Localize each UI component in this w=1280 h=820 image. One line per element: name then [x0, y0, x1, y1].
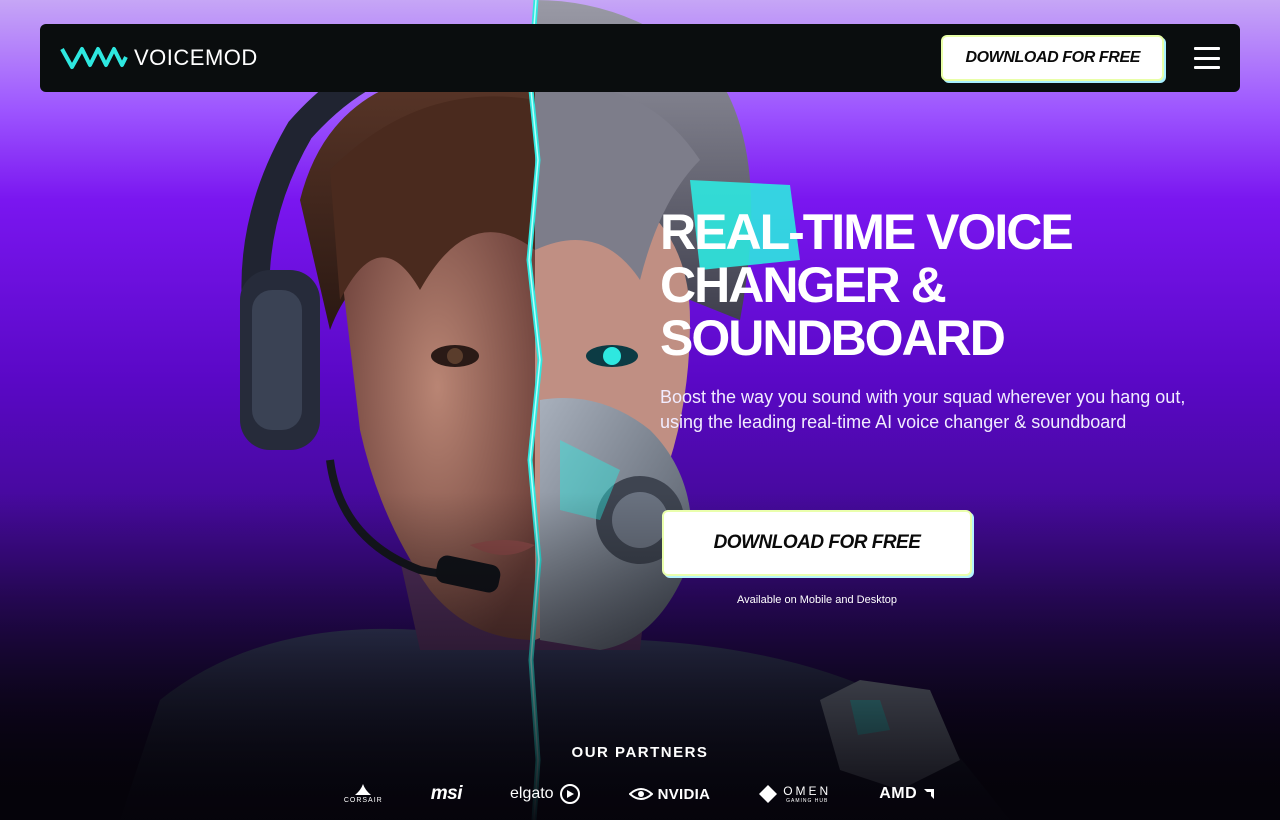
- partner-label: msi: [430, 783, 463, 804]
- hero-cta: DOWNLOAD FOR FREE Available on Mobile an…: [664, 512, 970, 606]
- partner-corsair[interactable]: CORSAIR: [344, 784, 383, 804]
- partner-elgato[interactable]: elgato: [510, 783, 581, 805]
- partner-omen[interactable]: OMEN GAMING HUB: [758, 784, 831, 804]
- nav-actions: DOWNLOAD FOR FREE: [943, 37, 1220, 79]
- hamburger-menu-icon[interactable]: [1194, 47, 1220, 69]
- partner-msi[interactable]: msi: [430, 783, 463, 805]
- partner-logos: CORSAIR msi elgato NVIDIA OMEN GAMING HU…: [0, 781, 1280, 807]
- partner-label: elgato: [509, 785, 554, 802]
- hero-download-button[interactable]: DOWNLOAD FOR FREE: [664, 512, 970, 574]
- hero-title: REAL-TIME VOICE CHANGER & SOUNDBOARD: [660, 204, 1074, 366]
- corsair-sails-icon: [355, 784, 372, 795]
- partner-label: OMEN: [783, 784, 832, 798]
- partner-label: NVIDIA: [657, 785, 711, 803]
- voicemod-logo-icon: [60, 47, 128, 69]
- amd-arrow-icon: [924, 789, 935, 799]
- partner-nvidia[interactable]: NVIDIA: [628, 785, 711, 803]
- menu-bar: [1194, 47, 1220, 50]
- hero-copy: REAL-TIME VOICE CHANGER & SOUNDBOARD Boo…: [660, 206, 1200, 435]
- omen-wordmark: OMEN GAMING HUB: [783, 784, 831, 804]
- nav-download-button[interactable]: DOWNLOAD FOR FREE: [943, 37, 1162, 79]
- omen-diamond-icon: [759, 785, 778, 803]
- partners-section: OUR PARTNERS CORSAIR msi elgato NVIDIA O…: [0, 744, 1280, 807]
- hero-subtitle: Boost the way you sound with your squad …: [660, 387, 1186, 432]
- logo-text: VOICEMOD: [134, 45, 258, 70]
- availability-note: Available on Mobile and Desktop: [736, 594, 897, 606]
- partner-label: AMD: [879, 785, 918, 802]
- partners-title: OUR PARTNERS: [571, 744, 709, 761]
- voicemod-logo[interactable]: VOICEMOD: [60, 45, 258, 71]
- nvidia-eye-icon: [628, 788, 653, 800]
- menu-bar: [1194, 66, 1220, 69]
- elgato-logo-icon: [559, 784, 580, 804]
- menu-bar: [1194, 56, 1220, 60]
- partner-label: CORSAIR: [343, 797, 383, 804]
- top-nav: VOICEMOD DOWNLOAD FOR FREE: [40, 24, 1240, 92]
- partner-amd[interactable]: AMD: [879, 785, 936, 803]
- omen-sub-label: GAMING HUB: [786, 798, 829, 804]
